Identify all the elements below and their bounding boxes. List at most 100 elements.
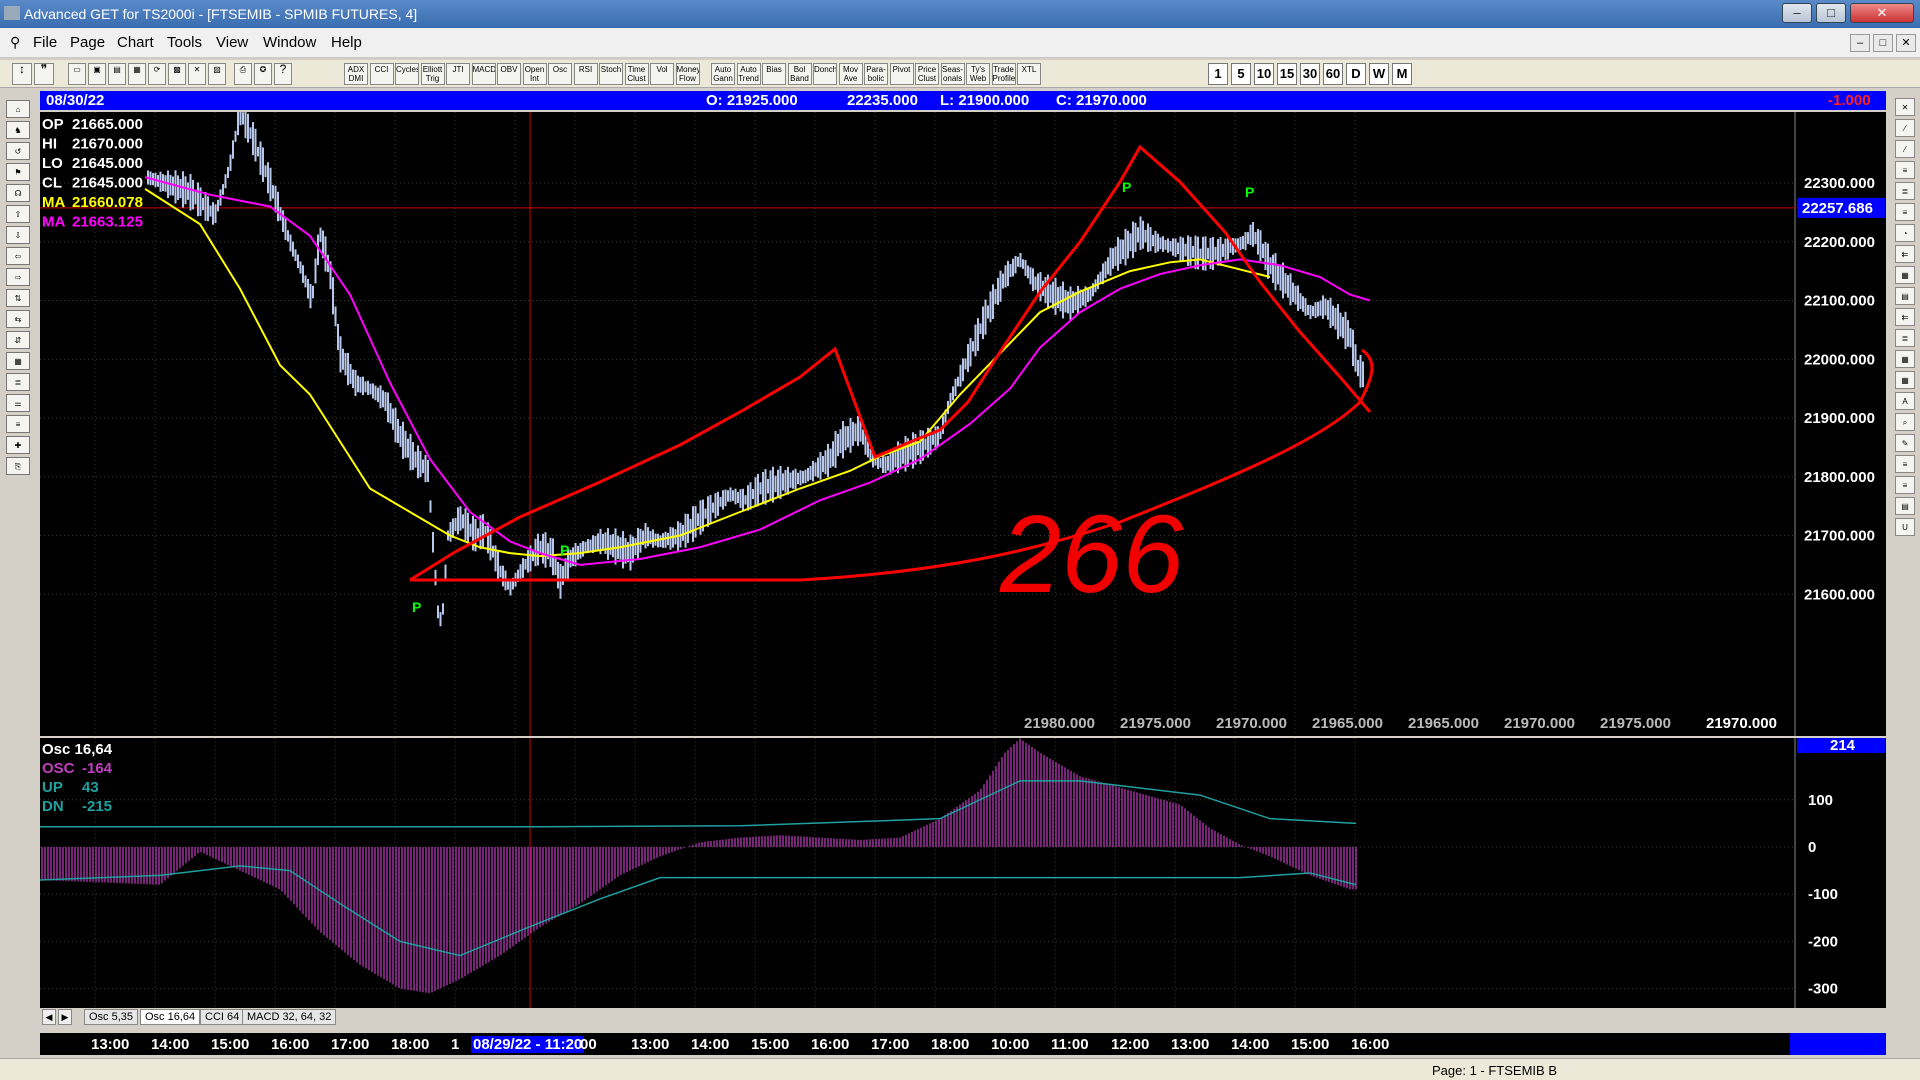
study-button-24[interactable]: Ty's Web <box>966 63 990 85</box>
maximize-button[interactable]: □ <box>1816 3 1846 23</box>
study-button-26[interactable]: XTL <box>1017 63 1041 85</box>
right-tool-icon-12[interactable]: ▦ <box>1895 350 1915 368</box>
left-tool-icon-17[interactable]: ⎘ <box>6 457 30 475</box>
refresh-icon[interactable]: ⟳ <box>148 63 166 85</box>
right-tool-icon-1[interactable]: ⁄ <box>1895 119 1915 137</box>
menu-file[interactable]: File <box>33 34 57 51</box>
interval-button-5[interactable]: 5 <box>1231 63 1251 85</box>
interval-button-15[interactable]: 15 <box>1277 63 1297 85</box>
left-tool-icon-15[interactable]: ≡ <box>6 415 30 433</box>
interval-button-30[interactable]: 30 <box>1300 63 1320 85</box>
right-tool-icon-16[interactable]: ✎ <box>1895 434 1915 452</box>
copy-icon[interactable]: ▦ <box>128 63 146 85</box>
interval-button-W[interactable]: W <box>1369 63 1389 85</box>
quote-icon[interactable]: ❞ <box>34 63 54 85</box>
pointer-icon[interactable]: ↕ <box>12 63 32 85</box>
study-button-17[interactable]: Bol Band <box>787 63 812 85</box>
left-tool-icon-3[interactable]: ⚑ <box>6 163 30 181</box>
left-tool-icon-2[interactable]: ↺ <box>6 142 30 160</box>
new-page-icon[interactable]: ▭ <box>68 63 86 85</box>
oscillator-canvas[interactable]: 100 0 -100 -200 -300 214 Osc 16,64 OSC -164 UP 43 D… <box>39 737 1886 1008</box>
study-button-11[interactable]: Time Clust <box>624 63 649 85</box>
left-tool-icon-1[interactable]: ♞ <box>6 121 30 139</box>
time-axis[interactable]: 13:00 14:00 15:00 16:00 17:00 18:00 1 08/29/22 … <box>40 1033 1790 1055</box>
right-tool-icon-9[interactable]: ▤ <box>1895 287 1915 305</box>
study-button-23[interactable]: Seas-onals <box>940 63 965 85</box>
tab-osc-16-64[interactable]: Osc 16,64 <box>140 1009 201 1025</box>
open-icon[interactable]: ▤ <box>108 63 126 85</box>
right-tool-icon-11[interactable]: ≣ <box>1895 329 1915 347</box>
study-button-13[interactable]: Money Flow <box>675 63 700 85</box>
right-tool-icon-19[interactable]: ▤ <box>1895 497 1915 515</box>
left-tool-icon-4[interactable]: ☊ <box>6 184 30 202</box>
right-tool-icon-18[interactable]: ≡ <box>1895 476 1915 494</box>
interval-button-D[interactable]: D <box>1346 63 1366 85</box>
app-menu-icon[interactable]: ⚲ <box>10 34 20 51</box>
interval-button-1[interactable]: 1 <box>1208 63 1228 85</box>
oscillator-pane[interactable]: 100 0 -100 -200 -300 214 Osc 16,64 OSC -164 UP 43 D… <box>39 737 1886 1008</box>
right-tool-icon-6[interactable]: ◔ <box>1895 224 1915 242</box>
right-tool-icon-14[interactable]: A <box>1895 392 1915 410</box>
close-chart-icon[interactable]: ✕ <box>188 63 206 85</box>
left-tool-icon-14[interactable]: ⚌ <box>6 394 30 412</box>
tab-next-icon[interactable]: ▶ <box>58 1009 72 1025</box>
right-tool-icon-10[interactable]: ⇇ <box>1895 308 1915 326</box>
tab-osc-5-35[interactable]: Osc 5,35 <box>84 1009 139 1025</box>
tab-macd[interactable]: MACD 32, 64, 32 <box>242 1009 337 1025</box>
study-button-15[interactable]: Auto Trend <box>736 63 761 85</box>
left-tool-icon-6[interactable]: ⇩ <box>6 226 30 244</box>
left-tool-icon-0[interactable]: ⌂ <box>6 100 30 118</box>
study-button-19[interactable]: Mov Ave <box>838 63 863 85</box>
save-icon[interactable]: ▣ <box>88 63 106 85</box>
right-tool-icon-20[interactable]: U <box>1895 518 1915 536</box>
menu-tools[interactable]: Tools <box>167 34 202 51</box>
right-tool-icon-13[interactable]: ▦ <box>1895 371 1915 389</box>
menu-view[interactable]: View <box>216 34 248 51</box>
study-button-2[interactable]: Cycles <box>395 63 419 85</box>
tab-cci-64[interactable]: CCI 64 <box>200 1009 245 1025</box>
study-button-20[interactable]: Para-bolic <box>864 63 888 85</box>
right-tool-icon-3[interactable]: ≡ <box>1895 161 1915 179</box>
interval-button-60[interactable]: 60 <box>1323 63 1343 85</box>
left-tool-icon-5[interactable]: ⇧ <box>6 205 30 223</box>
left-tool-icon-7[interactable]: ⇦ <box>6 247 30 265</box>
right-tool-icon-17[interactable]: ≡ <box>1895 455 1915 473</box>
print-icon[interactable]: ⎙ <box>234 63 252 85</box>
menu-help[interactable]: Help <box>331 34 362 51</box>
price-chart[interactable]: 22300.000 22200.000 22100.000 22000.000 2190… <box>40 101 1886 736</box>
mdi-minimize-button[interactable]: – <box>1850 34 1870 52</box>
menu-page[interactable]: Page <box>70 34 105 51</box>
study-button-12[interactable]: Vol <box>650 63 674 85</box>
left-tool-icon-12[interactable]: ▦ <box>6 352 30 370</box>
left-tool-icon-11[interactable]: ⇵ <box>6 331 30 349</box>
left-tool-icon-13[interactable]: ≣ <box>6 373 30 391</box>
study-button-9[interactable]: RSI <box>573 63 598 85</box>
study-button-5[interactable]: MACD <box>471 63 496 85</box>
menu-chart[interactable]: Chart <box>117 34 154 51</box>
study-button-10[interactable]: Stoch <box>599 63 623 85</box>
right-tool-icon-4[interactable]: ≣ <box>1895 182 1915 200</box>
study-button-22[interactable]: Price Clust <box>915 63 939 85</box>
price-chart-canvas[interactable]: 22300.000 22200.000 22100.000 22000.000 2190… <box>40 101 1886 736</box>
study-button-1[interactable]: CCI <box>369 63 394 85</box>
right-tool-icon-5[interactable]: ≡ <box>1895 203 1915 221</box>
interval-button-M[interactable]: M <box>1392 63 1412 85</box>
left-tool-icon-9[interactable]: ⇅ <box>6 289 30 307</box>
left-tool-icon-8[interactable]: ⇨ <box>6 268 30 286</box>
study-button-16[interactable]: Bias <box>762 63 786 85</box>
right-tool-icon-2[interactable]: ⁄ <box>1895 140 1915 158</box>
right-tool-icon-8[interactable]: ▦ <box>1895 266 1915 284</box>
close-button[interactable]: ✕ <box>1850 3 1914 23</box>
study-button-21[interactable]: Pivot <box>889 63 914 85</box>
left-tool-icon-10[interactable]: ⇆ <box>6 310 30 328</box>
right-tool-icon-15[interactable]: ⌕ <box>1895 413 1915 431</box>
study-button-4[interactable]: JTI <box>446 63 470 85</box>
study-button-7[interactable]: Open Int <box>522 63 547 85</box>
minimize-button[interactable]: – <box>1782 3 1812 23</box>
study-button-6[interactable]: OBV <box>497 63 521 85</box>
lightbulb-icon[interactable]: ✪ <box>254 63 272 85</box>
left-tool-icon-16[interactable]: ✚ <box>6 436 30 454</box>
study-button-8[interactable]: Osc <box>548 63 572 85</box>
mdi-close-button[interactable]: ✕ <box>1896 34 1916 52</box>
interval-button-10[interactable]: 10 <box>1254 63 1274 85</box>
